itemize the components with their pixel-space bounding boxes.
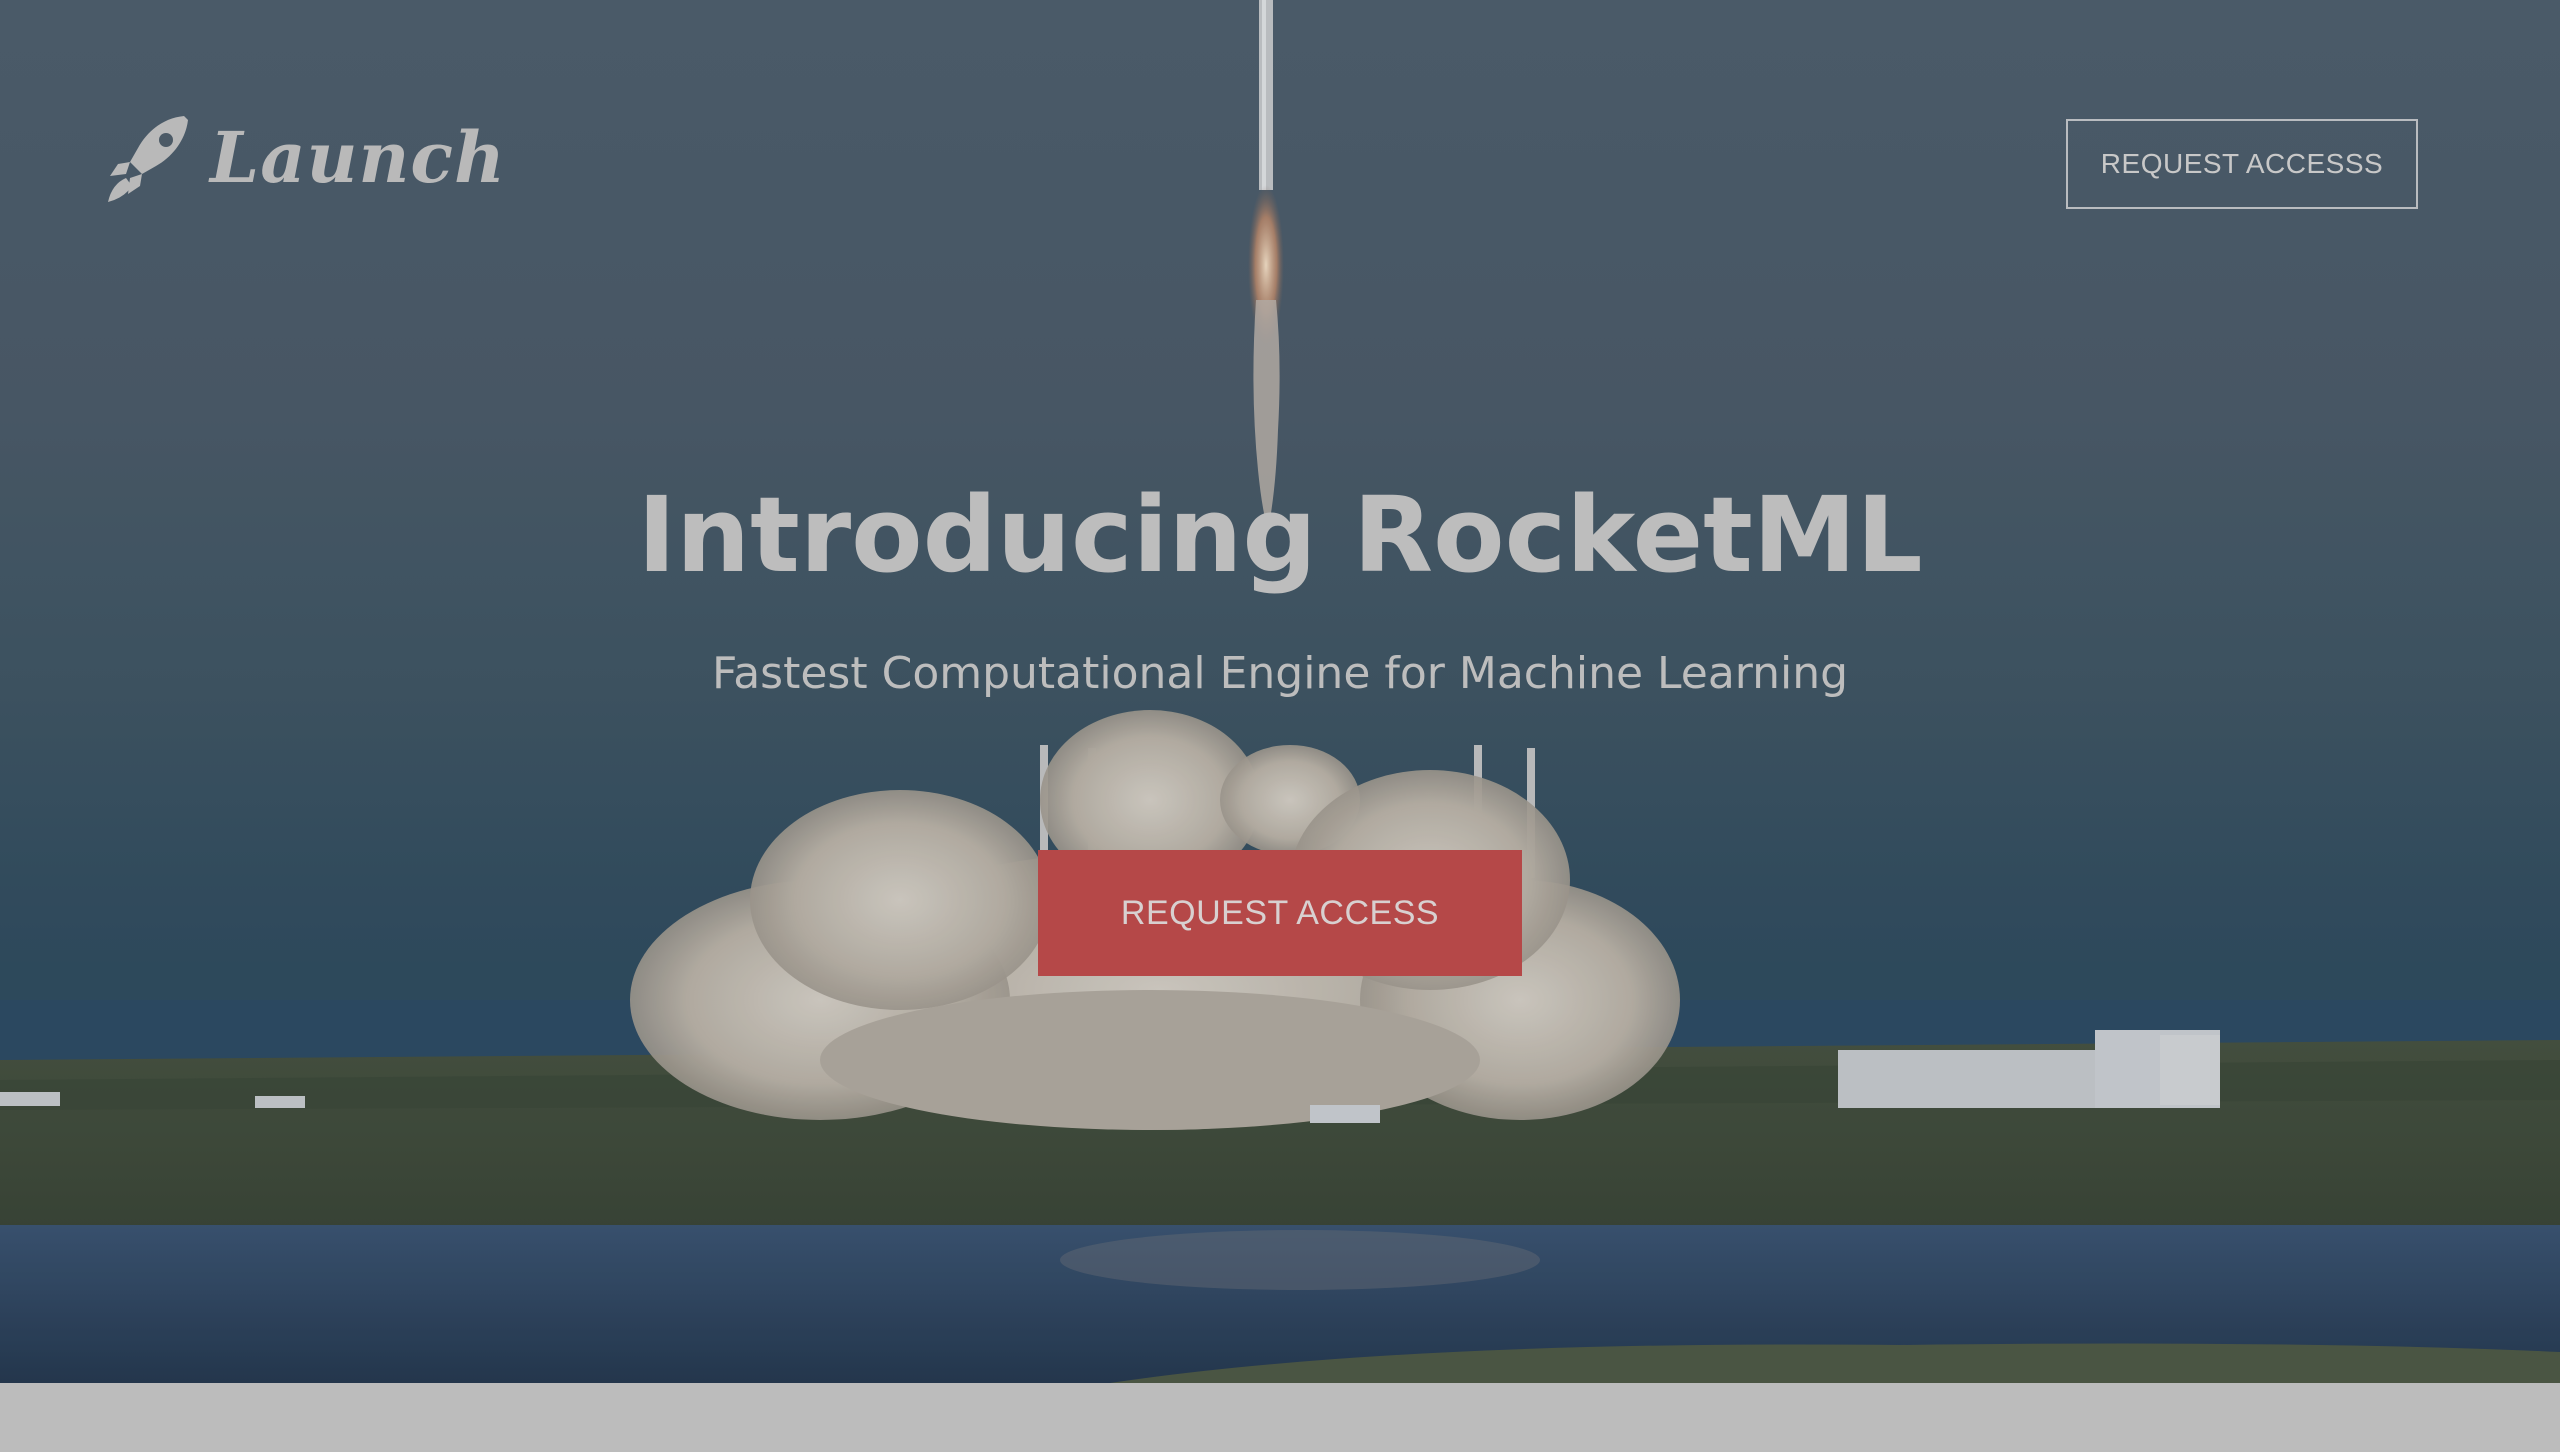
footer-strip (0, 1383, 2560, 1452)
logo-text: Launch (210, 116, 506, 199)
brand-logo[interactable]: Launch (106, 112, 506, 204)
hero-section: Launch REQUEST ACCESSS Introducing Rocke… (0, 0, 2560, 1383)
hero-title: Introducing RocketML (637, 474, 1923, 596)
request-access-cta-button[interactable]: REQUEST ACCESS (1038, 850, 1522, 976)
rocket-icon (108, 116, 188, 202)
header-request-access-button[interactable]: REQUEST ACCESSS (2066, 119, 2418, 209)
hero-subtitle: Fastest Computational Engine for Machine… (711, 648, 1849, 699)
